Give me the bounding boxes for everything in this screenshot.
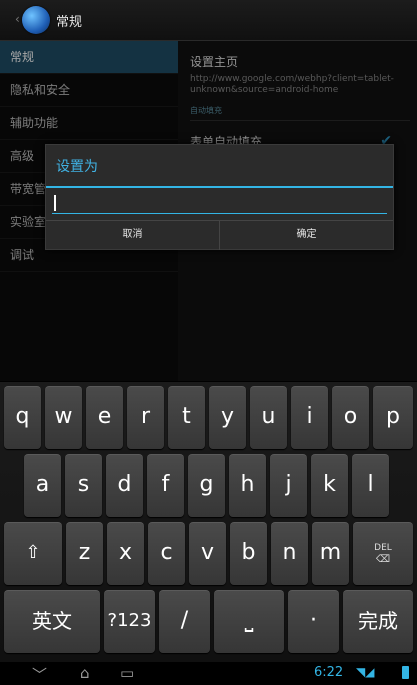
set-homepage-dialog: 设置为 取消 确定: [45, 144, 394, 250]
language-switch-key[interactable]: 英文: [4, 590, 100, 653]
up-caret-icon[interactable]: ‹: [15, 12, 20, 26]
key-a[interactable]: a: [24, 454, 61, 517]
key-d[interactable]: d: [106, 454, 143, 517]
status-clock: 6:22: [314, 665, 344, 680]
key-u[interactable]: u: [250, 386, 287, 449]
soft-keyboard: q w e r t y u i o p a s d f g h j k l ⇧ …: [0, 382, 417, 662]
key-k[interactable]: k: [311, 454, 348, 517]
delete-label: DEL: [374, 543, 392, 553]
key-z[interactable]: z: [66, 522, 103, 585]
delete-icon: ⌫: [375, 554, 391, 565]
browser-globe-icon[interactable]: [22, 6, 50, 34]
key-n[interactable]: n: [271, 522, 308, 585]
homepage-url-input[interactable]: [52, 193, 387, 214]
text-cursor: [54, 195, 56, 211]
key-w[interactable]: w: [45, 386, 82, 449]
home-icon[interactable]: ⌂: [80, 664, 90, 682]
key-q[interactable]: q: [4, 386, 41, 449]
dialog-title: 设置为: [56, 159, 98, 175]
signal-icon: ◢: [365, 665, 375, 679]
battery-icon: [402, 666, 409, 679]
key-y[interactable]: y: [209, 386, 246, 449]
keyboard-row-4: 英文 ?123 / ⎵ · 完成: [0, 590, 417, 654]
recents-icon[interactable]: ▭: [120, 664, 134, 682]
delete-key[interactable]: DEL ⌫: [353, 522, 413, 585]
cancel-button[interactable]: 取消: [46, 221, 219, 250]
key-p[interactable]: p: [373, 386, 413, 449]
space-key[interactable]: ⎵: [214, 590, 284, 653]
key-j[interactable]: j: [270, 454, 307, 517]
key-g[interactable]: g: [188, 454, 225, 517]
shift-key[interactable]: ⇧: [4, 522, 62, 585]
key-x[interactable]: x: [107, 522, 144, 585]
shift-icon: ⇧: [25, 542, 41, 563]
back-icon[interactable]: ﹀: [32, 664, 47, 685]
key-h[interactable]: h: [229, 454, 266, 517]
action-bar: ‹ 常规: [0, 0, 417, 41]
key-t[interactable]: t: [168, 386, 205, 449]
key-r[interactable]: r: [127, 386, 164, 449]
ok-button[interactable]: 确定: [219, 221, 393, 250]
done-key[interactable]: 完成: [343, 590, 413, 653]
key-e[interactable]: e: [86, 386, 123, 449]
symbols-key[interactable]: ?123: [104, 590, 155, 653]
key-l[interactable]: l: [352, 454, 389, 517]
page-title: 常规: [56, 15, 83, 30]
keyboard-row-3: ⇧ z x c v b n m DEL ⌫: [0, 522, 417, 586]
dialog-title-divider: [46, 186, 393, 188]
key-s[interactable]: s: [65, 454, 102, 517]
keyboard-row-1: q w e r t y u i o p: [0, 386, 417, 450]
key-period[interactable]: ·: [288, 590, 339, 653]
keyboard-row-2: a s d f g h j k l: [0, 454, 417, 518]
key-c[interactable]: c: [148, 522, 185, 585]
key-o[interactable]: o: [332, 386, 369, 449]
status-icons: ◥◢: [356, 665, 374, 679]
system-bar: ﹀ ⌂ ▭ 6:22 ◥◢: [0, 662, 417, 684]
key-i[interactable]: i: [291, 386, 328, 449]
key-v[interactable]: v: [189, 522, 226, 585]
key-f[interactable]: f: [147, 454, 184, 517]
key-b[interactable]: b: [230, 522, 267, 585]
key-m[interactable]: m: [312, 522, 349, 585]
key-slash[interactable]: /: [159, 590, 210, 653]
dialog-button-bar: 取消 确定: [46, 220, 393, 250]
wifi-icon: ◥: [356, 665, 366, 679]
